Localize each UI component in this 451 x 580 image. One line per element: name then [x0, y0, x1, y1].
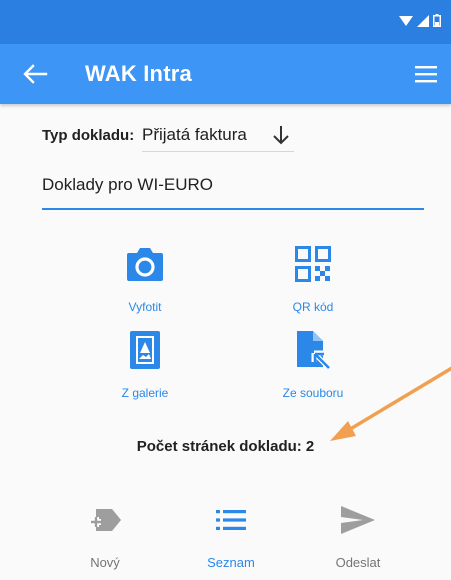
qr-code-icon — [295, 246, 331, 282]
from-file-label: Ze souboru — [282, 386, 344, 400]
gallery-icon — [130, 331, 160, 369]
signal-icon — [417, 14, 429, 27]
send-icon — [341, 506, 375, 534]
nav-new[interactable]: Nový — [60, 500, 150, 570]
nav-send[interactable]: Odeslat — [313, 500, 403, 570]
app-bar: WAK Intra — [0, 44, 451, 104]
bottom-navigation: Nový Seznam Odeslat — [0, 490, 451, 580]
qr-code-label: QR kód — [292, 300, 334, 314]
hamburger-menu-icon[interactable] — [415, 64, 437, 84]
doc-name-field[interactable] — [42, 168, 424, 210]
from-gallery-label: Z galerie — [121, 386, 169, 400]
nav-send-label: Odeslat — [335, 555, 381, 570]
page-count-text: Počet stránek dokladu: 2 — [136, 438, 315, 455]
qr-code-button[interactable]: QR kód — [258, 244, 368, 314]
battery-icon — [433, 14, 441, 27]
nav-list[interactable]: Seznam — [186, 500, 276, 570]
take-photo-button[interactable]: Vyfotit — [90, 244, 200, 314]
wifi-icon — [399, 15, 413, 26]
arrow-down-icon — [273, 126, 289, 145]
arrow-left-icon[interactable] — [22, 62, 48, 86]
nav-list-label: Seznam — [207, 555, 255, 570]
doc-type-value: Přijatá faktura — [142, 124, 247, 144]
new-document-icon — [91, 509, 121, 531]
doc-name-input[interactable] — [42, 168, 424, 195]
file-icon — [297, 331, 330, 369]
nav-new-label: Nový — [90, 555, 120, 570]
doc-type-label: Typ dokladu: — [42, 126, 135, 144]
status-icons — [399, 14, 441, 27]
list-icon — [216, 510, 246, 530]
from-gallery-button[interactable]: Z galerie — [90, 330, 200, 400]
doc-type-select[interactable]: Přijatá faktura — [142, 118, 294, 152]
take-photo-label: Vyfotit — [128, 300, 162, 314]
camera-icon — [127, 248, 163, 281]
app-title: WAK Intra — [85, 61, 192, 86]
status-bar — [0, 0, 451, 44]
doc-type-row: Typ dokladu: Přijatá faktura — [42, 118, 294, 152]
from-file-button[interactable]: Ze souboru — [258, 330, 368, 400]
